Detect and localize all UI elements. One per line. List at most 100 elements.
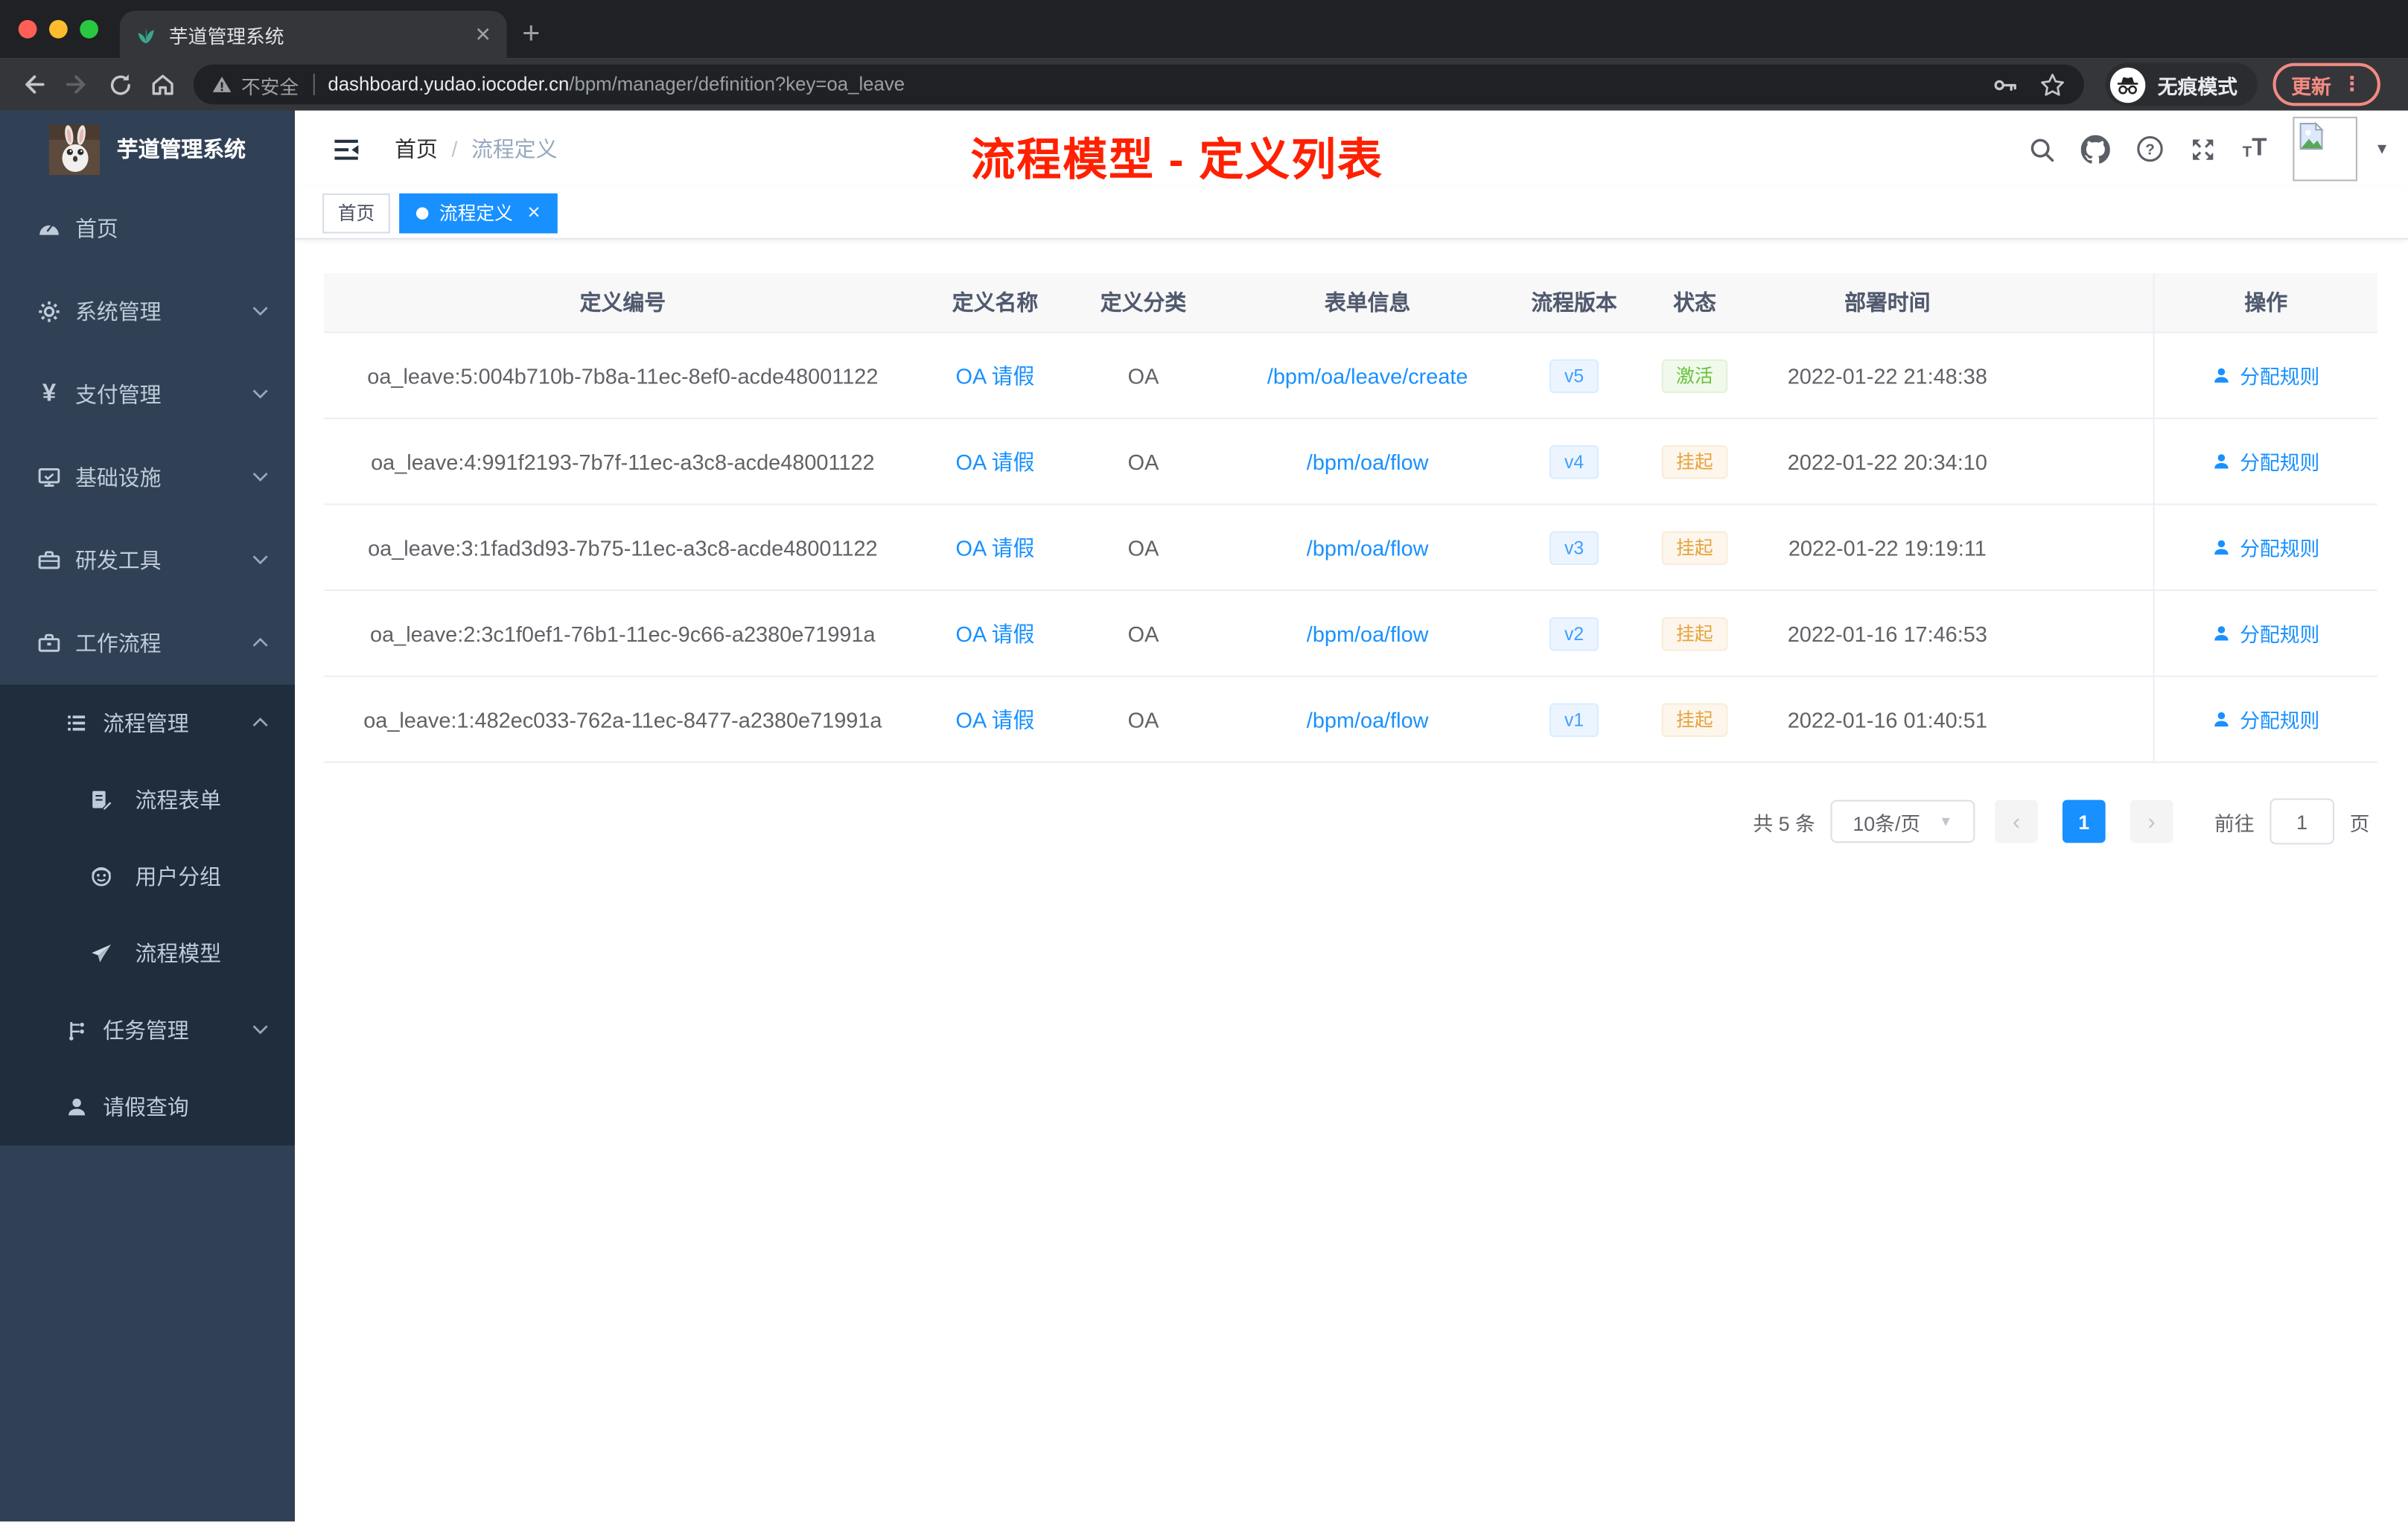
cell-category: OA [1127,621,1159,646]
sidebar-item-process-form[interactable]: 流程表单 [0,762,295,838]
col-form-info: 表单信息 [1324,290,1411,315]
prev-page-button[interactable]: ‹ [1995,799,2038,843]
sidebar-item-system[interactable]: 系统管理 [0,270,295,353]
goto-page-input[interactable] [2270,798,2334,845]
tab-title: 芋道管理系统 [168,26,284,48]
sidebar-item-process-model[interactable]: 流程模型 [0,915,295,992]
close-window-button[interactable] [18,19,37,39]
app-logo-avatar [49,124,101,175]
user-menu-caret-icon[interactable]: ▼ [2374,141,2389,158]
browser-tab[interactable]: 芋道管理系统 ✕ [119,10,507,59]
col-definition-name: 定义名称 [952,290,1039,315]
browser-menu-icon[interactable]: ⋮ [2342,72,2362,97]
app-header: 首页 / 流程定义 流程模型 - 定义列表 ? TT ▼ [295,111,2408,188]
form-link[interactable]: /bpm/oa/flow [1307,707,1429,732]
not-secure-warning-icon [212,77,232,92]
help-icon[interactable]: ? [2136,135,2164,163]
app-logo-row[interactable]: 芋道管理系统 [0,111,295,188]
sidebar-item-dev-tools[interactable]: 研发工具 [0,519,295,601]
sidebar-item-label: 研发工具 [75,548,162,573]
assign-rule-link[interactable]: 分配规则 [2212,447,2319,476]
table-row: oa_leave:1:482ec033-762a-11ec-8477-a2380… [324,677,2377,764]
new-tab-button[interactable]: + [522,19,540,49]
definition-name-link[interactable]: OA 请假 [956,446,1035,476]
font-size-icon[interactable]: TT [2243,136,2267,162]
page-number-button[interactable]: 1 [2062,799,2106,843]
sidebar-item-label: 支付管理 [75,382,162,407]
breadcrumb-home[interactable]: 首页 [395,133,438,164]
breadcrumb-current: 流程定义 [471,136,558,162]
goto-label: 前往 [2214,811,2255,834]
definition-name-link[interactable]: OA 请假 [956,532,1035,563]
definition-name-link[interactable]: OA 请假 [956,618,1035,648]
security-label[interactable]: 不安全 [241,70,299,99]
reload-button[interactable] [98,63,141,106]
sidebar-item-home[interactable]: 首页 [0,188,295,270]
sidebar-item-workflow[interactable]: 工作流程 [0,602,295,685]
definition-name-link[interactable]: OA 请假 [956,704,1035,735]
window-controls[interactable] [18,19,98,39]
col-definition-category: 定义分类 [1100,290,1187,315]
url-host[interactable]: dashboard.yudao.iocoder.cn [328,74,569,95]
url-path[interactable]: /bpm/manager/definition?key=oa_leave [569,74,905,95]
fullscreen-icon[interactable] [2191,136,2217,162]
tag-process-definition[interactable]: 流程定义 ✕ [399,192,558,233]
status-badge: 挂起 [1662,702,1727,736]
cell-definition-id: oa_leave:1:482ec033-762a-11ec-8477-a2380… [363,706,882,732]
sidebar-item-payment[interactable]: ¥ 支付管理 [0,353,295,435]
browser-toolbar: 不安全 dashboard.yudao.iocoder.cn/bpm/manag… [0,58,2408,111]
select-caret-icon: ▼ [1939,814,1953,829]
sidebar-item-label: 用户分组 [135,864,222,890]
next-page-button[interactable]: › [2130,799,2173,843]
sidebar-item-process-management[interactable]: 流程管理 [0,685,295,762]
sidebar-item-infrastructure[interactable]: 基础设施 [0,436,295,519]
avatar[interactable] [2293,116,2358,182]
tag-label: 首页 [337,202,375,225]
password-key-icon[interactable] [1992,71,2018,98]
home-button[interactable] [141,63,185,106]
forward-button[interactable] [55,63,98,106]
bookmark-star-icon[interactable] [2039,71,2065,98]
tag-close-icon[interactable]: ✕ [527,202,541,223]
back-button[interactable] [13,63,56,106]
cell-definition-id: oa_leave:5:004b710b-7b8a-11ec-8ef0-acde4… [367,363,879,388]
sidebar-item-leave-query[interactable]: 请假查询 [0,1069,295,1146]
definition-table: 定义编号 定义名称 定义分类 表单信息 流程版本 状态 部署时间 操作 oa_l… [324,273,2377,764]
sidebar-item-user-group[interactable]: 用户分组 [0,838,295,915]
sidebar-fold-icon[interactable] [332,134,361,163]
cell-definition-id: oa_leave:4:991f2193-7b7f-11ec-a3c8-acde4… [371,449,875,474]
chevron-up-icon [252,637,269,648]
cell-category: OA [1127,449,1159,474]
sidebar: 芋道管理系统 首页 系统管理 ¥ 支付管理 基础设施 研发工具 工作流程 流程管… [0,110,295,1522]
form-link[interactable]: /bpm/oa/flow [1307,535,1429,560]
search-icon[interactable] [2029,136,2055,162]
sidebar-item-label: 流程模型 [135,941,222,966]
sidebar-item-task-management[interactable]: 任务管理 [0,992,295,1068]
address-bar[interactable]: 不安全 dashboard.yudao.iocoder.cn/bpm/manag… [193,64,2084,105]
tab-close-icon[interactable]: ✕ [475,25,491,45]
table-row: oa_leave:4:991f2193-7b7f-11ec-a3c8-acde4… [324,419,2377,505]
tab-favicon-plant-icon [138,26,154,43]
minimize-window-button[interactable] [49,19,68,39]
zoom-window-button[interactable] [80,19,98,39]
version-badge: v2 [1549,616,1599,651]
assign-rule-link[interactable]: 分配规则 [2212,705,2319,734]
assign-rule-link[interactable]: 分配规则 [2212,361,2319,390]
tag-home[interactable]: 首页 [322,192,390,233]
sidebar-item-label: 任务管理 [103,1018,189,1043]
form-link[interactable]: /bpm/oa/flow [1307,449,1429,473]
sidebar-item-label: 流程管理 [103,710,189,735]
form-link[interactable]: /bpm/oa/leave/create [1267,363,1468,388]
sidebar-item-label: 流程表单 [135,788,222,813]
github-icon[interactable] [2081,134,2111,163]
update-button[interactable]: 更新 ⋮ [2272,63,2380,106]
chevron-down-icon [252,555,269,565]
incognito-label: 无痕模式 [2157,74,2238,98]
definition-name-link[interactable]: OA 请假 [956,360,1035,391]
page-size-select[interactable]: 10条/页 ▼ [1830,799,1975,843]
assign-rule-link[interactable]: 分配规则 [2212,619,2319,648]
user-icon [2215,368,2229,383]
form-link[interactable]: /bpm/oa/flow [1307,621,1429,645]
assign-rule-link[interactable]: 分配规则 [2212,533,2319,562]
chevron-down-icon [252,471,269,482]
